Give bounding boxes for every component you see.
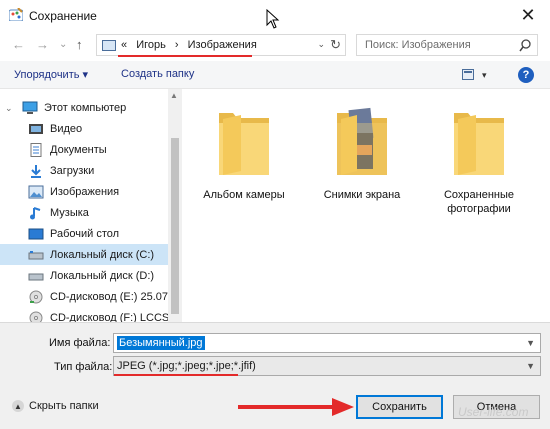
sidebar-item-this-pc[interactable]: ⌄ Этот компьютер	[0, 97, 168, 118]
sidebar-item-label: Рабочий стол	[50, 227, 120, 240]
sidebar-item-label: Локальный диск (C:)	[50, 248, 155, 261]
sidebar-item-label: Этот компьютер	[44, 101, 127, 114]
sidebar-item-music[interactable]: Музыка	[0, 202, 168, 223]
folder-location-icon	[102, 40, 116, 51]
pictures-icon	[28, 185, 44, 199]
video-icon	[28, 122, 44, 136]
organize-menu-button[interactable]: Упорядочить ▾	[14, 68, 88, 81]
breadcrumb-overflow[interactable]: «	[121, 39, 127, 51]
mouse-cursor-icon	[266, 9, 280, 29]
hide-folders-button[interactable]: ▲ Скрыть папки	[12, 400, 99, 412]
cd-icon	[28, 290, 44, 304]
sidebar-item-label: Документы	[50, 143, 107, 156]
forward-button[interactable]: →	[36, 37, 49, 52]
address-highlight-underline	[118, 55, 252, 57]
command-bar: Упорядочить ▾ Создать папку ▾ ?	[0, 61, 550, 89]
folder-name: Снимки экрана	[323, 189, 401, 201]
sidebar-item-label: CD-дисковод (E:) 25.07.P	[50, 290, 179, 303]
breadcrumb: « Игорь › Изображения	[121, 39, 263, 51]
sidebar-item-label: Изображения	[50, 185, 120, 198]
sidebar-item-documents[interactable]: Документы	[0, 139, 168, 160]
breadcrumb-item-igor[interactable]: Игорь	[136, 39, 166, 51]
folder-item-saved-pictures[interactable]: Сохраненные фотографии	[424, 105, 534, 216]
filetype-value: JPEG (*.jpg;*.jpeg;*.jpe;*.jfif)	[117, 360, 256, 372]
breadcrumb-separator[interactable]: ›	[175, 39, 179, 51]
close-button[interactable]: ✕	[506, 0, 550, 30]
folder-item-screenshots[interactable]: Снимки экрана	[307, 105, 417, 202]
folder-photos-icon	[337, 107, 387, 175]
music-icon	[28, 206, 44, 220]
hide-folders-label: Скрыть папки	[29, 400, 99, 412]
address-bar[interactable]: « Игорь › Изображения ⌄ ↻	[96, 34, 346, 56]
sidebar-item-cd-drive-f[interactable]: CD-дисковод (F:) LCCSA	[0, 307, 177, 322]
filename-input[interactable]: Безымянный.jpg	[117, 336, 205, 350]
folder-icon	[219, 113, 269, 175]
sidebar-scroll-thumb[interactable]	[171, 138, 179, 314]
filename-field[interactable]: Безымянный.jpg ▼	[113, 333, 541, 353]
sidebar-item-label: Видео	[50, 122, 83, 135]
folder-item-camera-roll[interactable]: Альбом камеры	[189, 105, 299, 202]
filetype-label: Тип файла:	[54, 361, 113, 373]
help-icon[interactable]: ?	[518, 67, 534, 83]
back-button[interactable]: ←	[12, 37, 25, 52]
filename-history-dropdown-icon[interactable]: ▼	[526, 338, 535, 348]
sidebar-item-label: CD-дисковод (F:) LCCSA	[50, 311, 177, 323]
drive-icon	[28, 248, 44, 262]
cd-icon	[28, 311, 44, 322]
sidebar-item-downloads[interactable]: Загрузки	[0, 160, 168, 181]
folder-name: Альбом камеры	[203, 189, 285, 201]
view-options-icon[interactable]	[462, 69, 478, 80]
sidebar-item-video[interactable]: Видео	[0, 118, 168, 139]
navigation-pane: ⌄ Этот компьютер Видео Документы Загрузк…	[0, 89, 182, 322]
sidebar-item-pictures[interactable]: Изображения	[0, 181, 168, 202]
downloads-icon	[28, 164, 44, 178]
sidebar-item-cd-drive-e[interactable]: CD-дисковод (E:) 25.07.P	[0, 286, 178, 307]
recent-locations-button[interactable]: ⌄	[59, 39, 67, 50]
drive-icon	[28, 269, 44, 283]
filetype-highlight-underline	[114, 374, 238, 376]
view-dropdown-button[interactable]: ▾	[482, 70, 487, 81]
save-button[interactable]: Сохранить	[356, 395, 443, 419]
sidebar-item-label: Музыка	[50, 206, 89, 219]
window-title: Сохранение	[29, 9, 97, 23]
desktop-icon	[28, 227, 44, 241]
new-folder-button[interactable]: Создать папку	[121, 68, 194, 80]
search-icon[interactable]	[519, 39, 531, 52]
paint-app-icon	[9, 8, 23, 21]
file-list: Альбом камеры Снимки экрана Сохраненные …	[183, 89, 550, 322]
folder-name: Сохраненные фотографии	[443, 189, 515, 215]
filetype-dropdown-icon[interactable]: ▼	[526, 361, 535, 371]
sidebar-item-local-disk-c[interactable]: Локальный диск (C:)	[0, 244, 168, 265]
collapse-chevron-icon: ▲	[12, 400, 24, 412]
sidebar-item-local-disk-d[interactable]: Локальный диск (D:)	[0, 265, 168, 286]
search-box[interactable]: Поиск: Изображения	[356, 34, 538, 56]
filetype-select[interactable]: JPEG (*.jpg;*.jpeg;*.jpe;*.jfif) ▼	[113, 356, 541, 376]
address-dropdown-button[interactable]: ⌄	[317, 39, 325, 50]
watermark-text: User-life.com	[458, 405, 529, 419]
computer-icon	[22, 101, 38, 115]
sidebar-item-label: Локальный диск (D:)	[50, 269, 155, 282]
sidebar-item-label: Загрузки	[50, 164, 95, 177]
refresh-button[interactable]: ↻	[330, 37, 341, 53]
folder-icon	[454, 113, 504, 175]
scroll-up-arrow-icon[interactable]: ▲	[170, 91, 178, 100]
filename-label: Имя файла:	[49, 337, 111, 349]
documents-icon	[28, 142, 44, 157]
expand-chevron-icon[interactable]: ⌄	[5, 103, 13, 114]
search-input[interactable]: Поиск: Изображения	[365, 39, 471, 51]
up-button[interactable]: ↑	[76, 37, 83, 52]
breadcrumb-item-images[interactable]: Изображения	[188, 39, 257, 51]
sidebar-item-desktop[interactable]: Рабочий стол	[0, 223, 168, 244]
